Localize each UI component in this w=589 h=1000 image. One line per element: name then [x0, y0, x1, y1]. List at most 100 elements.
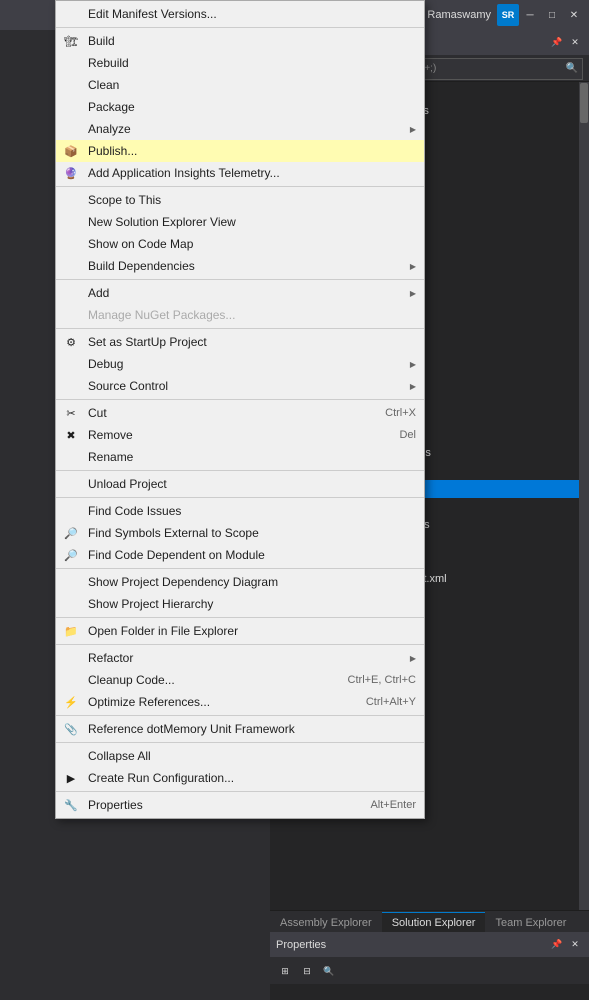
menu-item-remove[interactable]: ✖RemoveDel: [56, 424, 424, 446]
menu-item-label-unload: Unload Project: [88, 477, 167, 491]
menu-item-source-control[interactable]: Source Control ▶: [56, 375, 424, 397]
menu-item-label-debug: Debug: [88, 357, 123, 371]
menu-item-label-publish: Publish...: [88, 144, 137, 158]
menu-item-rebuild[interactable]: Rebuild: [56, 52, 424, 74]
menu-item-create-run[interactable]: ▶ Create Run Configuration...: [56, 767, 424, 789]
menu-item-publish[interactable]: 📦Publish...: [56, 140, 424, 162]
menu-item-label-new-explorer: New Solution Explorer View: [88, 215, 236, 229]
menu-item-build[interactable]: 🏗Build: [56, 30, 424, 52]
menu-item-label-set-startup: Set as StartUp Project: [88, 335, 207, 349]
left-sidebar: [0, 30, 42, 1000]
menu-item-debug[interactable]: Debug▶: [56, 353, 424, 375]
menu-item-arrow-add: ▶: [410, 289, 416, 298]
menu-item-label-reference-dotmemory: Reference dotMemory Unit Framework: [88, 722, 295, 736]
scroll-area[interactable]: [579, 82, 589, 910]
menu-item-cut[interactable]: ✂CutCtrl+X: [56, 402, 424, 424]
menu-item-cleanup[interactable]: Cleanup Code... Ctrl+E, Ctrl+C: [56, 669, 424, 691]
menu-item-label-clean: Clean: [88, 78, 119, 92]
menu-item-label-show-map: Show on Code Map: [88, 237, 193, 251]
menu-item-new-explorer[interactable]: New Solution Explorer View: [56, 211, 424, 233]
menu-item-show-dep-diagram[interactable]: Show Project Dependency Diagram: [56, 571, 424, 593]
menu-item-shortcut-optimize: Ctrl+Alt+Y: [346, 696, 416, 708]
menu-item-analyze[interactable]: Analyze▶: [56, 118, 424, 140]
menu-item-set-startup[interactable]: ⚙Set as StartUp Project: [56, 331, 424, 353]
menu-item-properties[interactable]: 🔧 Properties Alt+Enter: [56, 794, 424, 816]
menu-item-label-rename: Rename: [88, 450, 133, 464]
menu-item-label-insights: Add Application Insights Telemetry...: [88, 166, 280, 180]
insights-icon: 🔮: [62, 164, 80, 182]
menu-item-insights[interactable]: 🔮 Add Application Insights Telemetry...: [56, 162, 424, 184]
menu-item-shortcut-cleanup: Ctrl+E, Ctrl+C: [328, 674, 416, 686]
menu-separator-sep3: [56, 328, 424, 329]
menu-separator-sep2: [56, 279, 424, 280]
menu-item-label-source-control: Source Control: [88, 379, 168, 393]
properties-pin-button[interactable]: 📌: [549, 937, 565, 953]
prop-btn-1[interactable]: ⊞: [274, 961, 296, 981]
menu-item-arrow-source-control: ▶: [410, 382, 416, 391]
properties-header: Properties 📌 ✕: [270, 932, 589, 958]
prop-btn-3[interactable]: 🔍: [318, 961, 340, 981]
menu-item-show-hierarchy[interactable]: Show Project Hierarchy: [56, 593, 424, 615]
menu-item-find-symbols[interactable]: 🔎Find Symbols External to Scope: [56, 522, 424, 544]
menu-item-label-optimize: Optimize References...: [88, 695, 210, 709]
maximize-button[interactable]: □: [541, 4, 563, 26]
menu-separator-sep6: [56, 497, 424, 498]
menu-item-show-map[interactable]: Show on Code Map: [56, 233, 424, 255]
menu-item-shortcut-remove: Del: [379, 429, 416, 441]
search-icon[interactable]: 🔍: [566, 63, 578, 74]
menu-item-label-properties: Properties: [88, 798, 143, 812]
menu-item-label-refactor: Refactor: [88, 651, 133, 665]
menu-item-unload[interactable]: Unload Project: [56, 473, 424, 495]
menu-item-edit-manifest[interactable]: Edit Manifest Versions...: [56, 3, 424, 25]
close-button[interactable]: ✕: [563, 4, 585, 26]
menu-item-label-add: Add: [88, 286, 109, 300]
menu-item-find-dependent[interactable]: 🔎Find Code Dependent on Module: [56, 544, 424, 566]
menu-item-scope[interactable]: Scope to This: [56, 189, 424, 211]
menu-separator-sep11: [56, 742, 424, 743]
menu-item-manage-nuget: Manage NuGet Packages...: [56, 304, 424, 326]
panel-pin-button[interactable]: 📌: [549, 35, 565, 51]
menu-item-shortcut-properties: Alt+Enter: [350, 799, 416, 811]
scroll-thumb[interactable]: [580, 83, 588, 123]
menu-item-build-deps[interactable]: Build Dependencies ▶: [56, 255, 424, 277]
panel-close-button[interactable]: ✕: [567, 35, 583, 51]
menu-item-label-cut: Cut: [88, 406, 107, 420]
menu-item-label-show-hierarchy: Show Project Hierarchy: [88, 597, 213, 611]
menu-item-label-analyze: Analyze: [88, 122, 131, 136]
menu-item-find-issues[interactable]: Find Code Issues: [56, 500, 424, 522]
menu-item-label-create-run: Create Run Configuration...: [88, 771, 234, 785]
properties-close-button[interactable]: ✕: [567, 937, 583, 953]
menu-item-label-find-issues: Find Code Issues: [88, 504, 181, 518]
menu-item-collapse-all[interactable]: Collapse All: [56, 745, 424, 767]
menu-item-label-build-deps: Build Dependencies: [88, 259, 195, 273]
menu-item-add[interactable]: Add ▶: [56, 282, 424, 304]
minimize-button[interactable]: ─: [519, 4, 541, 26]
menu-item-label-cleanup: Cleanup Code...: [88, 673, 175, 687]
context-menu: Edit Manifest Versions... 🏗BuildRebuild Cl…: [55, 0, 425, 819]
tab-solution-explorer[interactable]: Solution Explorer: [382, 912, 486, 932]
menu-item-open-folder[interactable]: 📁Open Folder in File Explorer: [56, 620, 424, 642]
cut-icon: ✂: [62, 404, 80, 422]
menu-item-arrow-build-deps: ▶: [410, 262, 416, 271]
remove-icon: ✖: [62, 426, 80, 444]
menu-item-label-find-dependent: Find Code Dependent on Module: [88, 548, 265, 562]
menu-item-label-scope: Scope to This: [88, 193, 161, 207]
menu-item-optimize[interactable]: ⚡ Optimize References... Ctrl+Alt+Y: [56, 691, 424, 713]
menu-item-label-edit-manifest: Edit Manifest Versions...: [88, 7, 217, 21]
menu-item-arrow-refactor: ▶: [410, 654, 416, 663]
menu-separator-sep10: [56, 715, 424, 716]
properties-title: Properties: [276, 939, 326, 951]
menu-separator-sep9: [56, 644, 424, 645]
tab-assembly-explorer[interactable]: Assembly Explorer: [270, 912, 382, 932]
menu-item-package[interactable]: Package: [56, 96, 424, 118]
optimize-icon: ⚡: [62, 693, 80, 711]
tab-team-explorer[interactable]: Team Explorer: [485, 912, 576, 932]
menu-item-clean[interactable]: Clean: [56, 74, 424, 96]
properties-icon: 🔧: [62, 796, 80, 814]
menu-item-reference-dotmemory[interactable]: 📎Reference dotMemory Unit Framework: [56, 718, 424, 740]
username-badge: SR: [497, 4, 519, 26]
create-run-icon: ▶: [62, 769, 80, 787]
prop-btn-2[interactable]: ⊟: [296, 961, 318, 981]
menu-item-refactor[interactable]: Refactor ▶: [56, 647, 424, 669]
menu-item-rename[interactable]: Rename: [56, 446, 424, 468]
